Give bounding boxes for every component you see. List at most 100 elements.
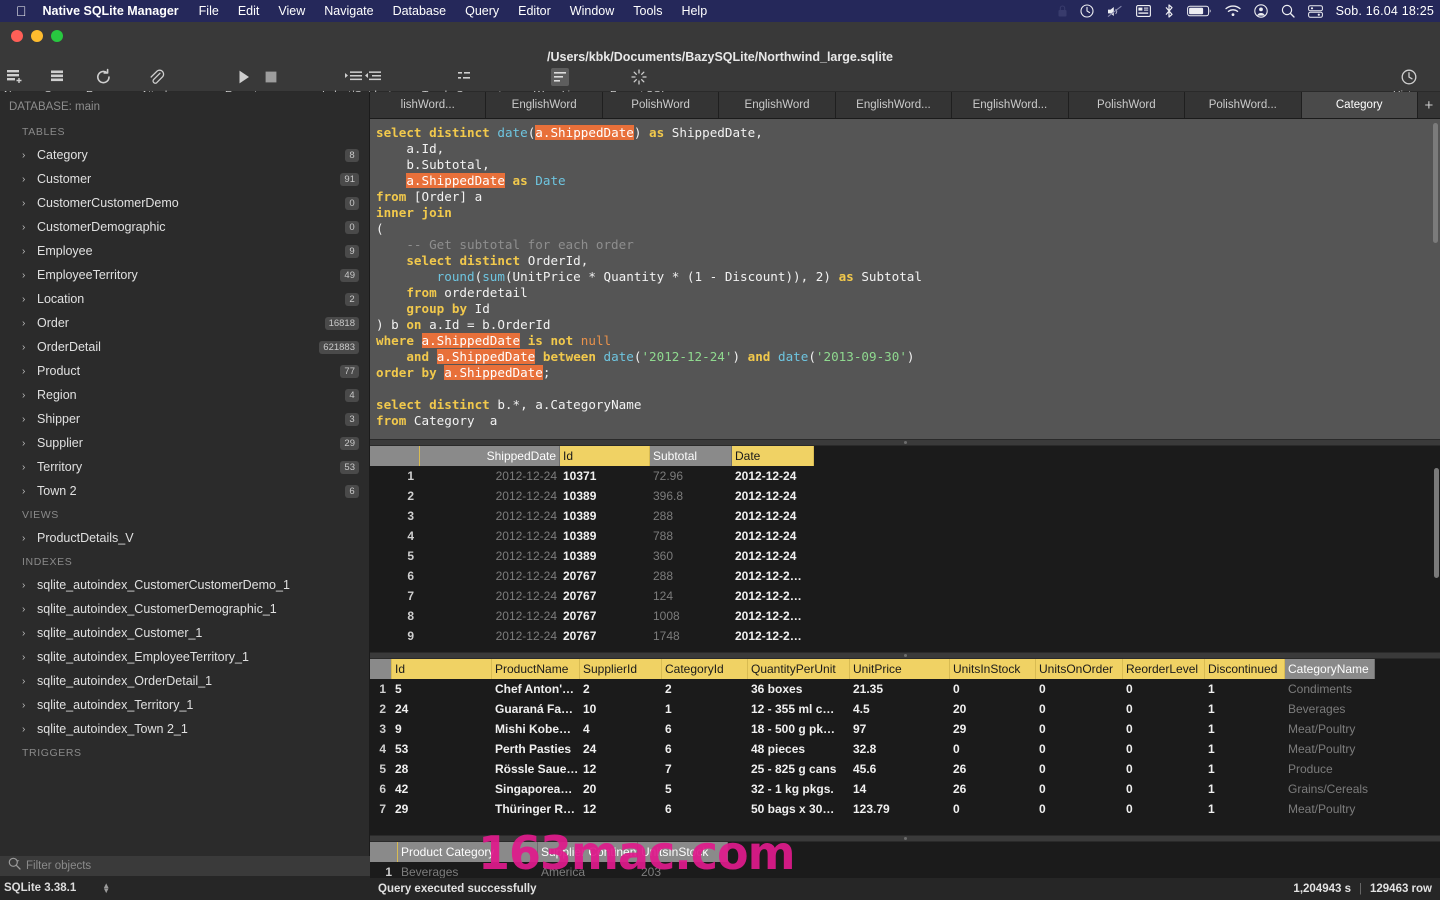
- tree-item-productdetails-v[interactable]: › ProductDetails_V: [0, 526, 369, 550]
- table-row[interactable]: 6 2012-12-24 20767 288 2012-12-2…: [370, 566, 1440, 586]
- maximize-window-button[interactable]: [51, 30, 63, 42]
- table-row[interactable]: 2 24 Guaraná Fa… 10 1 12 - 355 ml c… 4.5 20 0 0 1 B…: [370, 699, 1440, 719]
- column-header-unitsonorder[interactable]: UnitsOnOrder: [1036, 659, 1123, 679]
- editor-tabbar[interactable]: lishWord... EnglishWord PolishWord EnglishW…: [370, 92, 1440, 119]
- chevron-right-icon[interactable]: ›: [22, 270, 34, 281]
- column-header-supplier-continent[interactable]: Supplier Continent: [538, 842, 638, 862]
- menu-database[interactable]: Database: [393, 4, 447, 18]
- tree-item-sqlite-autoindex-orderdetail-1[interactable]: › sqlite_autoindex_OrderDetail_1: [0, 669, 369, 693]
- tree-item-location[interactable]: › Location 2: [0, 287, 369, 311]
- apple-logo-icon[interactable]: : [16, 4, 27, 18]
- time-machine-icon[interactable]: [1080, 4, 1094, 18]
- column-header-unitsinstock[interactable]: UnitsInStock: [638, 842, 728, 862]
- tree-item-sqlite-autoindex-employeeterritory-1[interactable]: › sqlite_autoindex_EmployeeTerritory_1: [0, 645, 369, 669]
- sql-editor-scrollbar[interactable]: [1433, 123, 1438, 243]
- tree-item-sqlite-autoindex-customer-1[interactable]: › sqlite_autoindex_Customer_1: [0, 621, 369, 645]
- column-header-unitsinstock[interactable]: UnitsInStock: [950, 659, 1036, 679]
- minimize-window-button[interactable]: [31, 30, 43, 42]
- tree-item-customercustomerdemo[interactable]: › CustomerCustomerDemo 0: [0, 191, 369, 215]
- version-stepper[interactable]: ▲ ▼: [102, 882, 110, 895]
- tree-item-sqlite-autoindex-customercustomerdemo-1[interactable]: › sqlite_autoindex_CustomerCustomerDemo_1: [0, 573, 369, 597]
- table-row[interactable]: 7 29 Thüringer R… 12 6 50 bags x 30… 123.79 0 0 0…: [370, 799, 1440, 819]
- editor-tab-0[interactable]: lishWord...: [370, 92, 487, 118]
- tree-item-orderdetail[interactable]: › OrderDetail 621883: [0, 335, 369, 359]
- editor-tab-4[interactable]: EnglishWord...: [835, 92, 953, 118]
- control-center-icon[interactable]: [1307, 4, 1323, 18]
- column-header-date[interactable]: Date: [732, 446, 814, 466]
- tree-item-customerdemographic[interactable]: › CustomerDemographic 0: [0, 215, 369, 239]
- tree-item-sqlite-autoindex-territory-1[interactable]: › sqlite_autoindex_Territory_1: [0, 693, 369, 717]
- chevron-right-icon[interactable]: ›: [22, 294, 34, 305]
- chevron-right-icon[interactable]: ›: [22, 628, 34, 639]
- column-header-id[interactable]: Id: [392, 659, 492, 679]
- chevron-right-icon[interactable]: ›: [22, 366, 34, 377]
- tree-item-product[interactable]: › Product 77: [0, 359, 369, 383]
- table-row[interactable]: 7 2012-12-24 20767 124 2012-12-2…: [370, 586, 1440, 606]
- column-header-discontinued[interactable]: Discontinued: [1205, 659, 1285, 679]
- volume-mute-icon[interactable]: [1107, 5, 1123, 18]
- chevron-right-icon[interactable]: ›: [22, 222, 34, 233]
- menu-navigate[interactable]: Navigate: [324, 4, 373, 18]
- column-header-productname[interactable]: ProductName: [492, 659, 580, 679]
- tree-item-town-2[interactable]: › Town 2 6: [0, 479, 369, 503]
- tree-item-supplier[interactable]: › Supplier 29: [0, 431, 369, 455]
- chevron-right-icon[interactable]: ›: [22, 438, 34, 449]
- chevron-right-icon[interactable]: ›: [22, 414, 34, 425]
- table-row[interactable]: 9 2012-12-24 20767 1748 2012-12-2…: [370, 626, 1440, 646]
- chevron-right-icon[interactable]: ›: [22, 246, 34, 257]
- result-grid-1-scrollbar[interactable]: [1434, 468, 1439, 578]
- sql-editor[interactable]: select distinct date(a.ShippedDate) as S…: [370, 119, 1440, 439]
- result-grid-2[interactable]: Id ProductName SupplierId CategoryId Quantit…: [370, 659, 1440, 835]
- column-header-quantityperunit[interactable]: QuantityPerUnit: [748, 659, 850, 679]
- chevron-right-icon[interactable]: ›: [22, 318, 34, 329]
- menubar-clock[interactable]: Sob. 16.04 18:25: [1336, 4, 1434, 18]
- chevron-right-icon[interactable]: ›: [22, 462, 34, 473]
- editor-tab-5[interactable]: EnglishWord...: [952, 92, 1069, 118]
- menu-tools[interactable]: Tools: [633, 4, 662, 18]
- tree-item-employee[interactable]: › Employee 9: [0, 239, 369, 263]
- table-row[interactable]: 1 5 Chef Anton'… 2 2 36 boxes 21.35 0 0 0 1 Condime…: [370, 679, 1440, 699]
- editor-tab-1[interactable]: EnglishWord: [486, 92, 603, 118]
- table-row[interactable]: 2 2012-12-24 10389 396.8 2012-12-24: [370, 486, 1440, 506]
- table-row[interactable]: 4 53 Perth Pasties 24 6 48 pieces 32.8 0 0 0 1 Meat…: [370, 739, 1440, 759]
- chevron-right-icon[interactable]: ›: [22, 486, 34, 497]
- table-row[interactable]: 5 28 Rössle Saue… 12 7 25 - 825 g cans 45.6 26 0…: [370, 759, 1440, 779]
- filter-objects-bar[interactable]: Filter objects: [0, 856, 370, 876]
- menu-window[interactable]: Window: [570, 4, 614, 18]
- tree-item-territory[interactable]: › Territory 53: [0, 455, 369, 479]
- column-header-unitprice[interactable]: UnitPrice: [850, 659, 950, 679]
- tree-item-region[interactable]: › Region 4: [0, 383, 369, 407]
- screen-icon[interactable]: [1135, 5, 1151, 17]
- column-header-reorderlevel[interactable]: ReorderLevel: [1123, 659, 1205, 679]
- tree-item-customer[interactable]: › Customer 91: [0, 167, 369, 191]
- editor-tab-6[interactable]: PolishWord: [1068, 92, 1186, 118]
- chevron-right-icon[interactable]: ›: [22, 150, 34, 161]
- menu-query[interactable]: Query: [465, 4, 499, 18]
- chevron-right-icon[interactable]: ›: [22, 604, 34, 615]
- sql-code-text[interactable]: select distinct date(a.ShippedDate) as S…: [370, 119, 1440, 429]
- menu-editor[interactable]: Editor: [518, 4, 551, 18]
- editor-tab-8[interactable]: Category: [1301, 92, 1418, 118]
- chevron-right-icon[interactable]: ›: [22, 342, 34, 353]
- menu-view[interactable]: View: [278, 4, 305, 18]
- editor-results-splitter[interactable]: [370, 439, 1440, 446]
- table-row[interactable]: 4 2012-12-24 10389 788 2012-12-24: [370, 526, 1440, 546]
- add-tab-button[interactable]: +: [1417, 92, 1440, 118]
- column-header-supplierid[interactable]: SupplierId: [580, 659, 662, 679]
- database-object-tree[interactable]: TABLES › Category 8 › Customer 91 › CustomerCust…: [0, 120, 369, 872]
- chevron-right-icon[interactable]: ›: [22, 652, 34, 663]
- wifi-icon[interactable]: [1224, 5, 1241, 17]
- editor-tab-3[interactable]: EnglishWord: [719, 92, 836, 118]
- chevron-right-icon[interactable]: ›: [22, 533, 34, 544]
- column-header-categoryname[interactable]: CategoryName: [1285, 659, 1375, 679]
- table-row[interactable]: 6 42 Singaporea… 20 5 32 - 1 kg pkgs. 14 26 0 0 1 G…: [370, 779, 1440, 799]
- menu-help[interactable]: Help: [681, 4, 707, 18]
- chevron-right-icon[interactable]: ›: [22, 174, 34, 185]
- table-row[interactable]: 1 2012-12-24 10371 72.96 2012-12-24: [370, 466, 1440, 486]
- result-grid-1[interactable]: ShippedDate Id Subtotal Date 1 2012-12-24 1037…: [370, 446, 1440, 652]
- stop-button[interactable]: [262, 66, 280, 89]
- chevron-right-icon[interactable]: ›: [22, 676, 34, 687]
- tree-item-order[interactable]: › Order 16818: [0, 311, 369, 335]
- column-header-id[interactable]: Id: [560, 446, 650, 466]
- table-row[interactable]: 3 2012-12-24 10389 288 2012-12-24: [370, 506, 1440, 526]
